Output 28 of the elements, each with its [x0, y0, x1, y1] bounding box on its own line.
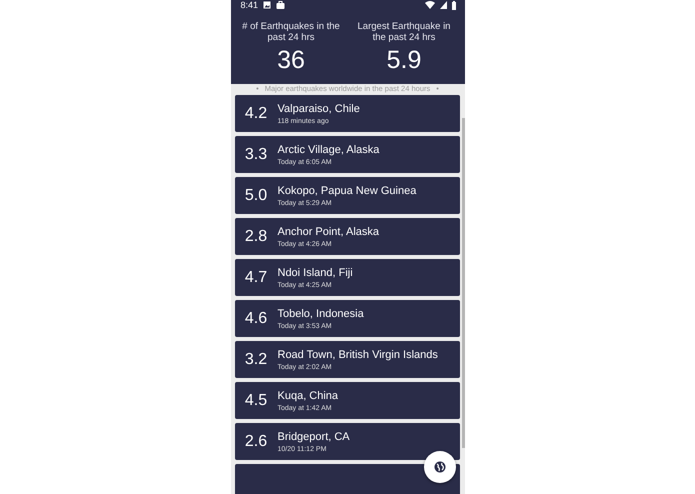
- globe-icon: [434, 461, 446, 473]
- briefcase-icon: [276, 1, 286, 9]
- place-name: Valparaiso, Chile: [278, 102, 360, 114]
- stat-value: 5.9: [386, 46, 422, 75]
- place-name: Arctic Village, Alaska: [278, 144, 380, 156]
- place-name: Ndoi Island, Fiji: [278, 266, 353, 278]
- magnitude: 4.5: [244, 392, 268, 410]
- stat-label: # of Earthquakes in the past 24 hrs: [241, 21, 341, 43]
- magnitude: 2.6: [244, 432, 268, 450]
- magnitude: 4.7: [244, 268, 268, 286]
- place-name: Road Town, British Virgin Islands: [278, 348, 438, 360]
- status-time: 8:41: [240, 0, 258, 10]
- magnitude: 3.2: [244, 350, 268, 368]
- magnitude: 2.8: [244, 228, 268, 246]
- magnitude: 4.2: [244, 104, 268, 122]
- magnitude: 4.6: [244, 310, 268, 328]
- place-name: Tobelo, Indonesia: [278, 308, 364, 320]
- place-name: Kokopo, Papua New Guinea: [278, 184, 416, 196]
- place-name: Bridgeport, CA: [278, 430, 350, 442]
- place-name: Anchor Point, Alaska: [278, 226, 380, 238]
- wifi-icon: [424, 1, 434, 9]
- magnitude: 3.3: [244, 146, 268, 164]
- signal-icon: [440, 1, 446, 9]
- place-name: Kuqa, China: [278, 390, 338, 402]
- stat-label: Largest Earthquake in the past 24 hrs: [356, 21, 452, 43]
- stat-value: 36: [277, 46, 305, 75]
- magnitude: 5.0: [244, 186, 268, 204]
- battery-icon: [452, 0, 456, 10]
